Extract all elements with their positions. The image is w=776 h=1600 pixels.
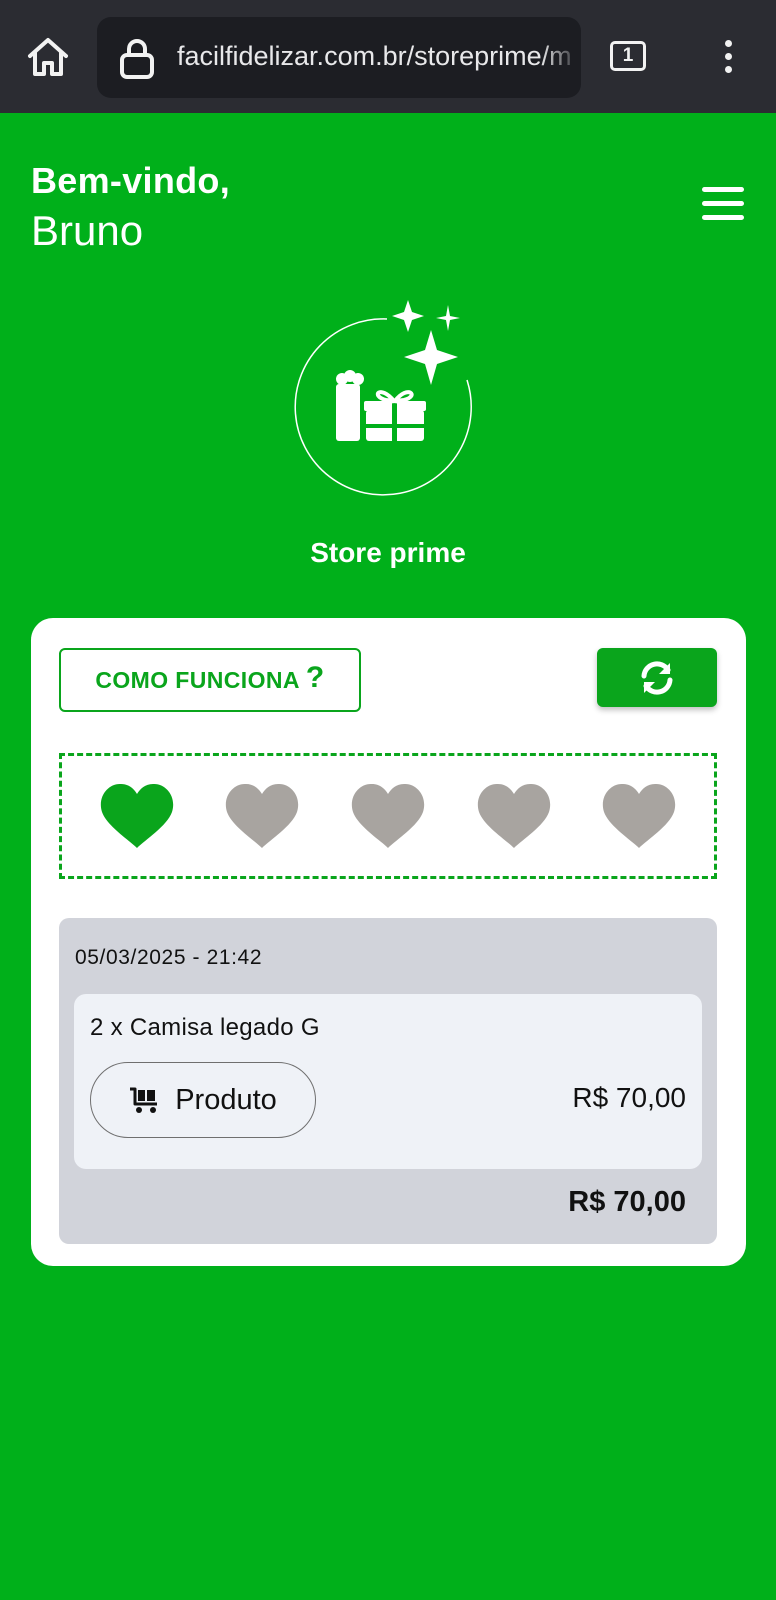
gift-sparkle-logo: [294, 300, 472, 496]
loyalty-card: COMO FUNCIONA ? 05/03/2025 - 21:42 2 x C…: [31, 618, 746, 1266]
purchase-item: 2 x Camisa legado G Produto R$ 70,00: [74, 994, 702, 1169]
question-mark-icon: ?: [305, 661, 325, 694]
greeting-text: Bem-vindo,: [31, 160, 231, 201]
heart-empty-icon: [351, 783, 425, 848]
heart-filled-icon: [100, 783, 173, 848]
stamp-hearts: [59, 753, 717, 879]
cart-icon: [130, 1087, 158, 1113]
item-type-chip[interactable]: Produto: [90, 1062, 316, 1138]
how-it-works-label: COMO FUNCIONA: [95, 666, 300, 693]
purchase-datetime: 05/03/2025 - 21:42: [75, 946, 263, 969]
purchase-total: R$ 70,00: [568, 1186, 686, 1218]
refresh-button[interactable]: [597, 648, 717, 707]
user-name: Bruno: [31, 207, 144, 254]
browser-toolbar: facilfidelizar.com.br/storeprime/m 1: [0, 0, 776, 113]
brand-name: Store prime: [310, 537, 466, 568]
heart-empty-icon: [477, 783, 550, 848]
item-price: R$ 70,00: [572, 1082, 686, 1113]
address-bar[interactable]: facilfidelizar.com.br/storeprime/m: [97, 17, 581, 98]
item-name: 2 x Camisa legado G: [90, 1014, 320, 1041]
url-text: facilfidelizar.com.br/storeprime/m: [177, 41, 572, 71]
lock-icon: [120, 39, 154, 79]
heart-empty-icon: [226, 783, 299, 848]
item-type-label: Produto: [175, 1083, 277, 1116]
more-menu-icon[interactable]: [715, 40, 741, 76]
tab-switcher-button[interactable]: 1: [610, 41, 646, 71]
home-icon[interactable]: [24, 33, 72, 81]
how-it-works-button[interactable]: COMO FUNCIONA ?: [59, 648, 361, 712]
heart-empty-icon: [603, 783, 676, 848]
purchase-record: 05/03/2025 - 21:42 2 x Camisa legado G P…: [59, 918, 717, 1244]
refresh-icon: [641, 660, 673, 695]
hamburger-menu-icon[interactable]: [702, 187, 744, 223]
